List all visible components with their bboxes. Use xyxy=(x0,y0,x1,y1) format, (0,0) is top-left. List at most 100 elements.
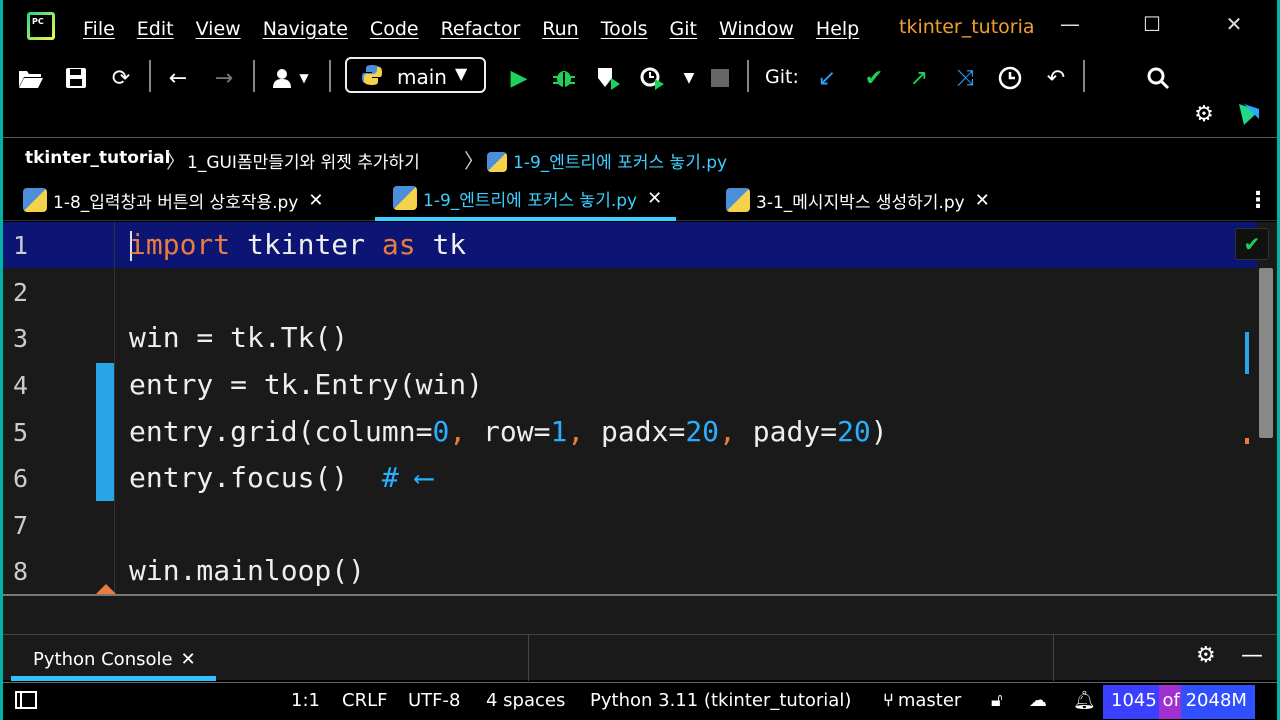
git-branch-icon: ⑂ xyxy=(883,690,894,711)
cursor-position[interactable]: 1:1 xyxy=(291,690,320,711)
code-editor[interactable]: 1 2 3 4 5 6 7 8 import tkinter as tk win… xyxy=(3,222,1277,594)
python-file-icon xyxy=(487,152,507,172)
toolbar-separator xyxy=(1083,60,1085,92)
tab-file-1-9[interactable]: 1-9_엔트리에 포커스 놓기.py ✕ xyxy=(375,179,677,221)
stop-icon[interactable] xyxy=(702,62,738,94)
pycharm-logo-icon: PC xyxy=(27,12,55,40)
file-encoding[interactable]: UTF-8 xyxy=(408,690,460,711)
menu-run[interactable]: Run xyxy=(542,18,578,40)
python-file-icon xyxy=(726,188,750,212)
minimize-icon[interactable]: — xyxy=(1055,12,1085,36)
run-icon[interactable]: ▶ xyxy=(501,62,537,94)
inspection-ok-check-icon[interactable]: ✔ xyxy=(1235,228,1269,260)
open-folder-icon[interactable] xyxy=(13,62,49,94)
vcs-change-marker[interactable] xyxy=(96,363,114,501)
close-tab-icon[interactable]: ✕ xyxy=(975,190,990,211)
menu-refactor[interactable]: Refactor xyxy=(441,18,521,40)
line-number: 4 xyxy=(13,371,29,400)
code-line-4: entry = tk.Entry(win) xyxy=(129,368,484,401)
menu-code[interactable]: Code xyxy=(370,18,419,40)
git-compare-icon[interactable]: ⤨ xyxy=(947,62,983,94)
tab-file-3-1[interactable]: 3-1_메시지박스 생성하기.py ✕ xyxy=(726,179,990,221)
close-window-icon[interactable]: ✕ xyxy=(1219,12,1249,36)
toggle-tool-windows-icon[interactable] xyxy=(15,691,37,709)
rollback-icon[interactable]: ↶ xyxy=(1038,62,1074,94)
code-line-6: entry.focus() # ⟵ xyxy=(129,461,433,494)
menu-navigate[interactable]: Navigate xyxy=(263,18,348,40)
tool-window: Python Console ✕ ⚙ — xyxy=(3,594,1277,681)
menu-file[interactable]: File xyxy=(83,18,115,40)
line-number: 5 xyxy=(13,418,29,447)
code-line-1: import tkinter as tk xyxy=(129,228,467,261)
save-icon[interactable] xyxy=(58,62,94,94)
maximize-icon[interactable]: ☐ xyxy=(1137,12,1167,36)
main-menu: File Edit View Navigate Code Refactor Ru… xyxy=(83,18,881,40)
status-bar: 1:1 CRLF UTF-8 4 spaces Python 3.11 (tki… xyxy=(3,682,1277,720)
menu-view[interactable]: View xyxy=(196,18,241,40)
run-config-selector[interactable]: main ▼ xyxy=(345,57,486,93)
history-clock-icon[interactable] xyxy=(992,62,1028,94)
close-tab-icon[interactable]: ✕ xyxy=(308,190,323,211)
forward-arrow-icon[interactable]: → xyxy=(206,62,242,94)
line-number: 6 xyxy=(13,464,29,493)
vcs-branch-widget[interactable]: ⑂ master xyxy=(883,690,961,711)
git-update-icon[interactable]: ↙ xyxy=(809,62,845,94)
coverage-icon[interactable] xyxy=(591,62,627,94)
breadcrumb-file[interactable]: 1-9_엔트리에 포커스 놓기.py xyxy=(487,148,727,173)
memory-indicator[interactable]: 1045 of 2048M xyxy=(1103,685,1255,719)
sync-icon[interactable]: ⟳ xyxy=(103,62,139,94)
toolbar-separator xyxy=(329,60,331,92)
fold-marker-icon[interactable] xyxy=(96,584,116,594)
cloud-settings-icon[interactable]: ☁ xyxy=(1029,690,1047,711)
back-arrow-icon[interactable]: ← xyxy=(160,62,196,94)
line-number: 3 xyxy=(13,324,29,353)
run-config-label: main xyxy=(397,65,447,89)
menu-bar: PC File Edit View Navigate Code Refactor… xyxy=(3,0,1277,54)
notifications-bell-icon[interactable]: 🔔︎ xyxy=(1073,690,1096,711)
settings-gear-icon[interactable]: ⚙ xyxy=(1196,643,1216,668)
scrollbar-change-marker xyxy=(1245,332,1249,374)
indent-setting[interactable]: 4 spaces xyxy=(486,690,565,711)
menu-edit[interactable]: Edit xyxy=(137,18,174,40)
profile-icon[interactable] xyxy=(635,62,671,94)
lock-open-icon[interactable]: 🔓︎ xyxy=(991,690,1003,711)
tab-python-console[interactable]: Python Console ✕ xyxy=(11,645,216,681)
close-tab-icon[interactable]: ✕ xyxy=(647,188,662,209)
menu-help[interactable]: Help xyxy=(816,18,859,40)
search-icon[interactable] xyxy=(1140,62,1176,94)
line-number: 8 xyxy=(13,557,29,586)
breadcrumb-project[interactable]: tkinter_tutorial xyxy=(25,148,170,168)
line-separator[interactable]: CRLF xyxy=(342,690,387,711)
line-number: 7 xyxy=(13,511,29,540)
git-commit-icon[interactable]: ✔ xyxy=(856,62,892,94)
tab-file-1-8[interactable]: 1-8_입력창과 버튼의 상호작용.py ✕ xyxy=(23,179,323,221)
breadcrumb-separator-icon: 〉 xyxy=(166,149,186,173)
code-line-5: entry.grid(column=0, row=1, padx=20, pad… xyxy=(129,415,888,448)
scrollbar-warning-marker xyxy=(1245,438,1249,444)
divider xyxy=(1053,635,1054,681)
toolbar-separator xyxy=(149,60,151,92)
tab-options-kebab-icon[interactable]: ⋮ xyxy=(1247,179,1269,221)
breadcrumb-folder[interactable]: 1_GUI폼만들기와 위젯 추가하기 xyxy=(187,148,420,173)
window-title: tkinter_tutoria xyxy=(899,16,1035,38)
vertical-scrollbar[interactable] xyxy=(1259,268,1273,438)
toolbar-separator xyxy=(747,60,749,92)
hide-panel-icon[interactable]: — xyxy=(1241,643,1263,668)
user-dropdown-icon[interactable]: ▼ xyxy=(265,62,317,94)
python-file-icon xyxy=(393,186,417,210)
menu-git[interactable]: Git xyxy=(670,18,697,40)
debug-bug-icon[interactable] xyxy=(546,62,582,94)
chevron-down-icon: ▼ xyxy=(455,64,468,83)
menu-tools[interactable]: Tools xyxy=(601,18,648,40)
python-interpreter[interactable]: Python 3.11 (tkinter_tutorial) xyxy=(590,690,851,711)
toolbar: ⟳ ← → ▼ main ▼ ▶ ▼ Git: ↙ ✔ ↗ ⤨ ↶ ⚙ xyxy=(3,54,1277,138)
breadcrumb: tkinter_tutorial 〉 1_GUI폼만들기와 위젯 추가하기 〉 … xyxy=(3,139,1277,179)
settings-gear-icon[interactable]: ⚙ xyxy=(1186,98,1222,130)
close-tab-icon[interactable]: ✕ xyxy=(181,649,196,670)
git-push-icon[interactable]: ↗ xyxy=(901,62,937,94)
code-line-8: win.mainloop() xyxy=(129,554,366,587)
git-label: Git: xyxy=(765,66,799,88)
python-icon xyxy=(362,65,382,85)
code-with-me-icon[interactable] xyxy=(1231,98,1267,130)
menu-window[interactable]: Window xyxy=(719,18,794,40)
